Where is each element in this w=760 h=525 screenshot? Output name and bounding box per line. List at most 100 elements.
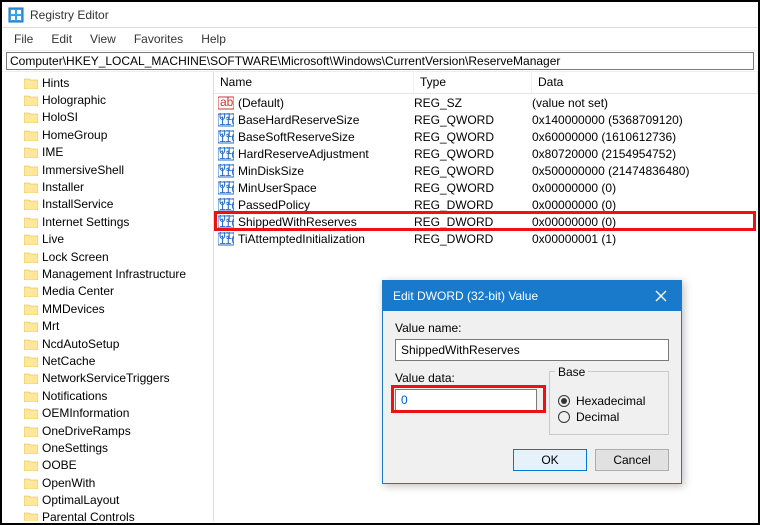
col-header-type[interactable]: Type [414, 72, 532, 93]
close-icon[interactable] [641, 281, 681, 311]
folder-icon [24, 320, 38, 332]
menu-bar: File Edit View Favorites Help [2, 28, 758, 50]
tree-item-label: OneDriveRamps [42, 424, 131, 438]
tree-item[interactable]: MMDevices [24, 300, 213, 317]
tree-item-label: OneSettings [42, 441, 108, 455]
tree-item[interactable]: IME [24, 144, 213, 161]
base-legend: Base [555, 365, 588, 379]
tree-item[interactable]: OneDriveRamps [24, 422, 213, 439]
tree-item[interactable]: Lock Screen [24, 248, 213, 265]
tree-item-label: HomeGroup [42, 128, 107, 142]
tree-item[interactable]: OpenWith [24, 474, 213, 491]
tree-item[interactable]: HomeGroup [24, 126, 213, 143]
tree-item[interactable]: InstallService [24, 196, 213, 213]
list-row[interactable]: 011110PassedPolicyREG_DWORD0x00000000 (0… [214, 196, 758, 213]
tree-item[interactable]: Parental Controls [24, 509, 213, 521]
folder-icon [24, 355, 38, 367]
folder-icon [24, 268, 38, 280]
tree-item[interactable]: OneSettings [24, 439, 213, 456]
folder-icon [24, 181, 38, 193]
radio-dec[interactable]: Decimal [558, 410, 660, 424]
menu-edit[interactable]: Edit [43, 30, 80, 48]
app-icon [8, 7, 24, 23]
tree-item[interactable]: NetCache [24, 352, 213, 369]
tree-item[interactable]: Mrt [24, 317, 213, 334]
value-data: 0x500000000 (21474836480) [532, 164, 758, 178]
svg-text:110: 110 [219, 182, 234, 195]
list-row[interactable]: ab(Default)REG_SZ(value not set) [214, 94, 758, 111]
col-header-name[interactable]: Name [214, 72, 414, 93]
folder-icon [24, 303, 38, 315]
tree-item[interactable]: Management Infrastructure [24, 265, 213, 282]
list-row[interactable]: 011110BaseSoftReserveSizeREG_QWORD0x6000… [214, 128, 758, 145]
tree-item-label: OOBE [42, 458, 77, 472]
tree-item[interactable]: Media Center [24, 283, 213, 300]
tree-item[interactable]: Live [24, 231, 213, 248]
radio-hex[interactable]: Hexadecimal [558, 394, 660, 408]
value-type: REG_DWORD [414, 232, 532, 246]
base-fieldset: Base Hexadecimal Decimal [549, 371, 669, 435]
tree-item[interactable]: HoloSI [24, 109, 213, 126]
value-name: PassedPolicy [238, 198, 414, 212]
address-path-input[interactable]: Computer\HKEY_LOCAL_MACHINE\SOFTWARE\Mic… [6, 52, 754, 70]
value-type: REG_QWORD [414, 181, 532, 195]
dialog-title-bar[interactable]: Edit DWORD (32-bit) Value [383, 281, 681, 311]
tree-item[interactable]: OEMInformation [24, 404, 213, 421]
value-data: 0x00000001 (1) [532, 232, 758, 246]
list-row[interactable]: 011110MinUserSpaceREG_QWORD0x00000000 (0… [214, 179, 758, 196]
value-icon: 011110 [218, 198, 234, 212]
cancel-button[interactable]: Cancel [595, 449, 669, 471]
tree-item-label: Internet Settings [42, 215, 129, 229]
tree-item[interactable]: NcdAutoSetup [24, 335, 213, 352]
value-data-input[interactable] [395, 389, 537, 411]
folder-icon [24, 129, 38, 141]
folder-icon [24, 390, 38, 402]
tree-item[interactable]: NetworkServiceTriggers [24, 370, 213, 387]
value-name: MinDiskSize [238, 164, 414, 178]
tree-item[interactable]: OOBE [24, 457, 213, 474]
value-name-input[interactable] [395, 339, 669, 361]
list-row[interactable]: 011110HardReserveAdjustmentREG_QWORD0x80… [214, 145, 758, 162]
list-row[interactable]: 011110MinDiskSizeREG_QWORD0x500000000 (2… [214, 162, 758, 179]
menu-view[interactable]: View [82, 30, 124, 48]
tree-item-label: Holographic [42, 93, 106, 107]
menu-favorites[interactable]: Favorites [126, 30, 191, 48]
address-bar: Computer\HKEY_LOCAL_MACHINE\SOFTWARE\Mic… [2, 50, 758, 72]
list-rows: ab(Default)REG_SZ(value not set)011110Ba… [214, 94, 758, 247]
svg-text:ab: ab [220, 96, 234, 109]
value-name: MinUserSpace [238, 181, 414, 195]
radio-dot-icon [558, 411, 570, 423]
value-icon: 011110 [218, 215, 234, 229]
folder-icon [24, 285, 38, 297]
list-row[interactable]: 011110TiAttemptedInitializationREG_DWORD… [214, 230, 758, 247]
tree-item[interactable]: Notifications [24, 387, 213, 404]
menu-file[interactable]: File [6, 30, 41, 48]
tree-item-label: NetCache [42, 354, 95, 368]
value-data: 0x00000000 (0) [532, 181, 758, 195]
value-name: TiAttemptedInitialization [238, 232, 414, 246]
tree-item[interactable]: Installer [24, 178, 213, 195]
folder-icon [24, 511, 38, 521]
tree-item[interactable]: Internet Settings [24, 213, 213, 230]
tree-item-label: Installer [42, 180, 84, 194]
menu-help[interactable]: Help [193, 30, 234, 48]
list-row[interactable]: 011110BaseHardReserveSizeREG_QWORD0x1400… [214, 111, 758, 128]
tree-item-label: IME [42, 145, 63, 159]
list-row[interactable]: 011110ShippedWithReservesREG_DWORD0x0000… [214, 213, 758, 230]
tree-pane[interactable]: Hints Holographic HoloSI HomeGroup IME Immers… [2, 72, 214, 521]
value-type: REG_QWORD [414, 130, 532, 144]
svg-text:110: 110 [219, 233, 234, 246]
tree-item[interactable]: Hints [24, 74, 213, 91]
tree-item[interactable]: Holographic [24, 91, 213, 108]
svg-text:110: 110 [219, 199, 234, 212]
svg-text:110: 110 [219, 165, 234, 178]
tree-item[interactable]: ImmersiveShell [24, 161, 213, 178]
tree-item-label: OptimalLayout [42, 493, 119, 507]
value-icon: ab [218, 96, 234, 110]
tree-item[interactable]: OptimalLayout [24, 491, 213, 508]
col-header-data[interactable]: Data [532, 72, 758, 93]
tree-item-label: Lock Screen [42, 250, 109, 264]
dialog-title-text: Edit DWORD (32-bit) Value [393, 289, 538, 303]
ok-button[interactable]: OK [513, 449, 587, 471]
folder-icon [24, 251, 38, 263]
